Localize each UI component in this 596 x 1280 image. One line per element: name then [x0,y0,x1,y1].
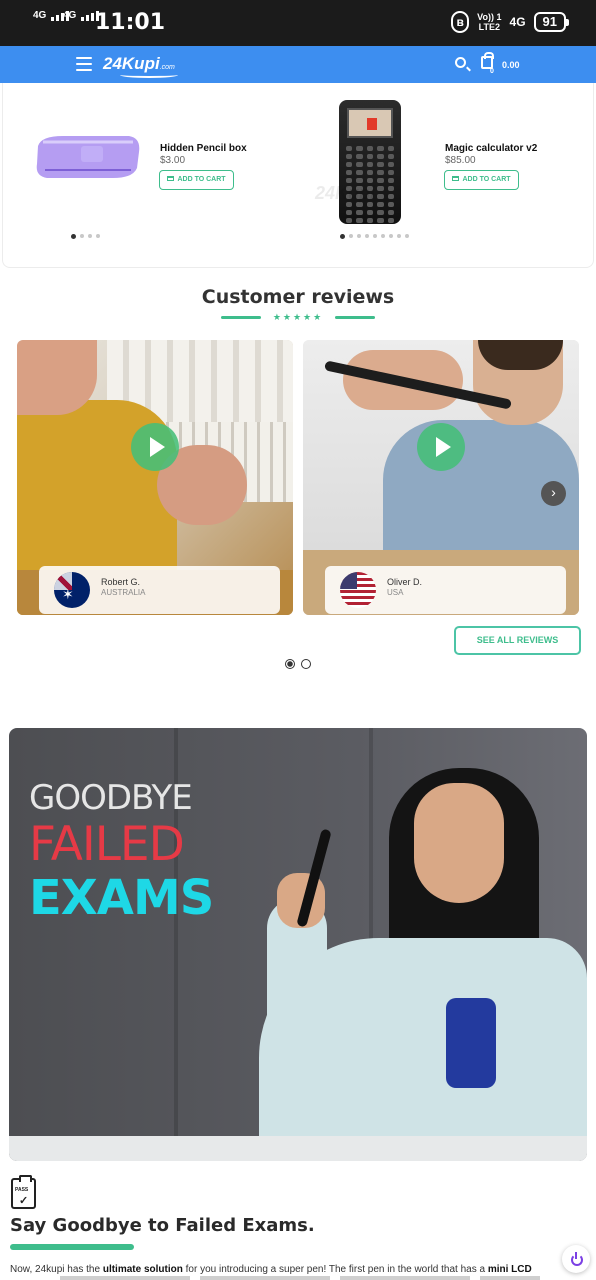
reviewer-country: AUSTRALIA [101,588,146,597]
floating-power-icon[interactable] [562,1245,590,1273]
bluetooth-icon: ʙ [451,11,470,33]
australia-flag-icon [54,572,90,608]
body-text: for you introducing a super pen! The fir… [182,1264,488,1275]
cart-total[interactable]: 0.00 [502,60,520,70]
cart-icon [167,175,175,181]
volte-indicator: Vo)) 1 LTE2 [477,12,501,32]
product-card: 24Kupi Magic calculator v2 $85.00 ADD TO… [293,83,595,268]
product-card: Hidden Pencil box $3.00 ADD TO CART [3,83,293,268]
add-to-cart-label: ADD TO CART [177,176,226,183]
clock: 11:01 [95,10,166,35]
body-text: Now, 24kupi has the [10,1264,103,1275]
review-video-card[interactable]: Oliver D. USA [303,340,579,615]
add-to-cart-label: ADD TO CART [462,176,511,183]
table [9,1136,587,1161]
logo-suffix: .com [159,64,175,71]
usa-flag-icon [340,572,376,608]
calculator-screen [347,108,393,138]
model-tie [446,998,496,1088]
network-type-3: 4G [509,15,526,29]
cart-count: 0 [490,68,494,75]
volte-label: Vo)) 1 [477,12,502,22]
product-name[interactable]: Magic calculator v2 [445,143,537,154]
add-to-cart-button[interactable]: ADD TO CART [444,170,519,190]
reviews-heading: Customer reviews [201,286,395,308]
status-bar: 4G 4G 11:01 ʙ Vo)) 1 LTE2 4G 91 [0,0,596,46]
reviewer-name: Oliver D. [387,577,423,587]
site-logo[interactable]: 24Kupi.com [103,54,175,74]
lte-label: LTE2 [478,22,501,32]
review-carousel-dots[interactable] [285,659,311,669]
body-bold: mini LCD [487,1264,532,1275]
banner-line-3: EXAMS [29,870,214,926]
logo-text: 24Kupi [103,54,160,73]
next-arrow-icon[interactable]: › [541,481,566,506]
model-arm [267,898,327,1148]
status-right: ʙ Vo)) 1 LTE2 4G 91 [451,11,570,33]
add-to-cart-button[interactable]: ADD TO CART [159,170,234,190]
stars-icon: ★★★★★ [272,312,324,322]
pass-label: PASS [15,1187,29,1193]
see-all-reviews-button[interactable]: SEE ALL REVIEWS [454,626,581,655]
reviewer-country: USA [387,588,404,597]
top-nav-bar: 24Kupi.com 0 0.00 [0,46,596,83]
model-face [414,783,504,903]
section-underline [10,1244,134,1250]
section-title: Say Goodbye to Failed Exams. [10,1215,315,1236]
signal-2: 4G [63,10,100,21]
reviewer-info: Robert G. AUSTRALIA [39,566,280,614]
network-type-1: 4G [33,10,47,21]
menu-icon[interactable] [76,57,92,71]
banner-line-2: FAILED [29,817,185,872]
divider-line [335,316,375,319]
product-image-dots[interactable] [71,234,100,239]
logo-watermark: 24Kupi [315,183,376,203]
product-name[interactable]: Hidden Pencil box [160,143,247,154]
divider-line [221,316,261,319]
scroll-indicator [60,1276,540,1280]
search-icon[interactable] [455,57,466,68]
heading-decoration: ★★★★★ [221,312,375,323]
product-image-dots[interactable] [340,234,409,239]
product-price: $3.00 [160,155,186,166]
network-type-2: 4G [63,10,77,21]
logo-swoosh-icon [120,72,178,78]
banner-line-1: GOODBYE [29,778,193,818]
promo-banner-image: GOODBYE FAILED EXAMS [9,728,587,1161]
carousel-dot[interactable] [301,659,311,669]
section-body: Now, 24kupi has the ultimate solution fo… [10,1264,570,1275]
pencil-box-image[interactable] [33,128,143,180]
reviewer-name: Robert G. [101,577,141,587]
review-video-card[interactable]: Robert G. AUSTRALIA [17,340,293,615]
product-price: $85.00 [445,155,476,166]
pass-clipboard-icon: PASS [11,1175,36,1209]
body-bold: ultimate solution [102,1264,183,1275]
battery-icon: 91 [533,12,570,32]
calculator-image[interactable] [339,100,401,224]
play-icon[interactable] [417,423,465,471]
reviewer-info: Oliver D. USA [325,566,566,614]
cart-icon [452,175,460,181]
product-carousel: Hidden Pencil box $3.00 ADD TO CART 24Ku… [2,83,594,268]
carousel-dot-active[interactable] [285,659,295,669]
play-icon[interactable] [131,423,179,471]
